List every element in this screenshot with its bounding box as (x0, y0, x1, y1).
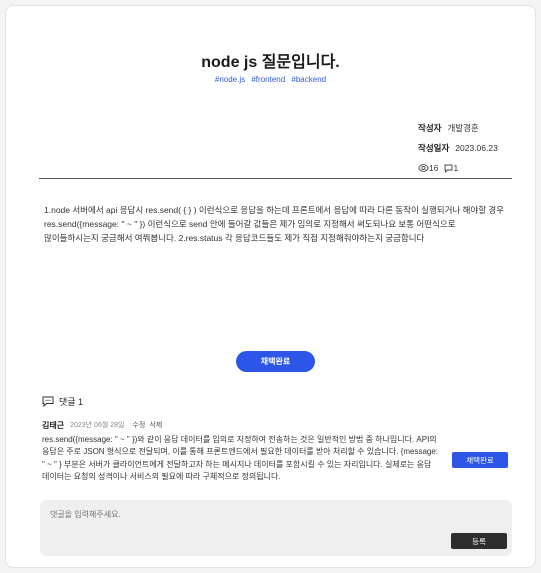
author-name: 개발경훈 (447, 123, 479, 133)
author-label: 작성자 (418, 123, 442, 133)
comment-delete-button[interactable]: 삭제 (149, 420, 162, 430)
post-date: 2023.06.23 (455, 143, 498, 153)
comment-item: 김태근 2023년 06월 28일 수정 삭제 res.send({messag… (42, 419, 442, 483)
comment-header-label: 댓글 1 (59, 397, 84, 407)
view-count-value: 16 (429, 163, 439, 173)
comment-text: res.send({message: " ~ " })와 같이 응답 데이터를 … (42, 435, 439, 481)
tag-backend[interactable]: #backend (291, 75, 326, 84)
eye-icon (418, 164, 429, 172)
tag-nodejs[interactable]: #node.js (215, 75, 245, 84)
comment-icon (42, 396, 54, 407)
submit-button[interactable]: 등록 (451, 533, 507, 549)
comment-author: 김태근 (42, 420, 65, 430)
adopt-button[interactable]: 채택완료 (236, 351, 315, 372)
reply-input[interactable] (50, 510, 450, 519)
date-label: 작성일자 (418, 143, 450, 153)
post-title: node js 질문입니다. (201, 54, 340, 71)
post-body: 1.node 서버에서 api 응답시 res.send( { } ) 이런식으… (44, 205, 505, 243)
comment-icon (445, 164, 453, 173)
comment-adopt-button[interactable]: 채택완료 (452, 452, 508, 468)
reply-box: 등록 (40, 500, 512, 556)
divider (39, 178, 512, 179)
tag-list: #node.js #frontend #backend (6, 75, 535, 84)
comment-count-value: 1 (453, 163, 459, 173)
view-count: 16 (418, 161, 438, 175)
post-meta: 작성자 개발경훈 작성일자 2023.06.23 16 1 (418, 118, 498, 178)
comment-date: 2023년 06월 28일 (70, 422, 125, 429)
comment-header: 댓글 1 (42, 395, 83, 408)
tag-frontend[interactable]: #frontend (251, 75, 285, 84)
post-card: node js 질문입니다. #node.js #frontend #backe… (5, 5, 536, 568)
comment-count: 1 (444, 161, 458, 175)
comment-edit-button[interactable]: 수정 (132, 420, 145, 430)
